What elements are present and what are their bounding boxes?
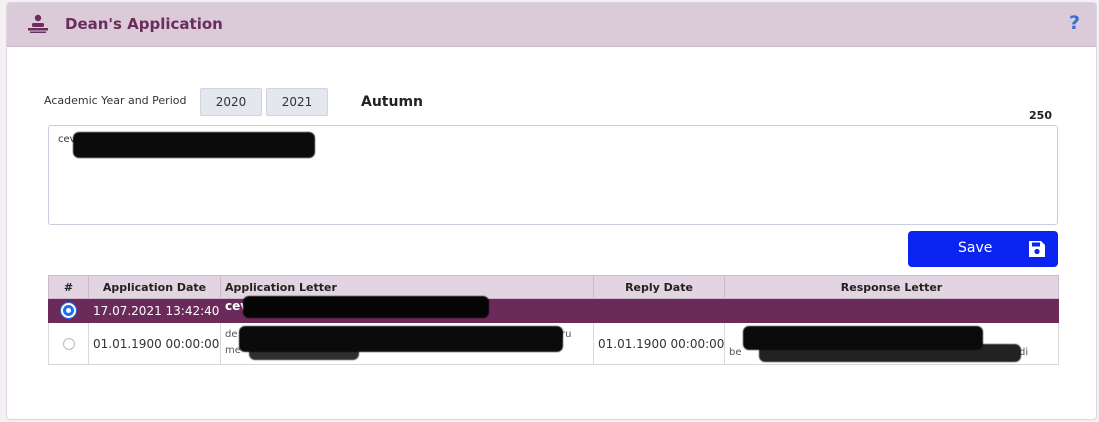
save-button-label: Save [958,240,993,256]
table-row[interactable]: 01.01.1900 00:00:00 de ru me 01.01.1900 … [48,322,1059,365]
deans-application-panel: Dean's Application ? Academic Year and P… [6,2,1097,420]
column-header-number: # [48,275,89,299]
application-letter-cell: de ru me [220,322,594,365]
application-letter-cell: cev [220,296,594,323]
year-end-button[interactable]: 2021 [266,88,328,116]
response-letter-cell [724,298,1059,323]
save-button[interactable]: Save [908,231,1058,267]
reply-date-cell [593,298,725,323]
response-letter-cell: be di [724,322,1059,365]
redacted-text [243,296,489,318]
column-header-reply-date: Reply Date [593,275,725,299]
applications-table: # Application Date Application Letter Re… [48,275,1059,365]
redacted-text [759,343,1021,362]
application-letter-line1: de [225,328,238,340]
person-desk-icon [28,14,48,33]
year-start-button[interactable]: 2020 [200,88,262,116]
application-letter-textarea[interactable]: cev [48,125,1058,225]
column-header-application-date: Application Date [88,275,221,299]
row-select-cell[interactable] [48,322,89,365]
application-date-cell: 17.07.2021 13:42:40 [88,298,221,323]
row-select-cell[interactable] [48,298,89,323]
column-header-response-letter: Response Letter [724,275,1059,299]
panel-header: Dean's Application ? [7,3,1096,47]
redacted-text [249,343,359,360]
help-icon[interactable]: ? [1069,12,1080,34]
academic-period-label: Academic Year and Period [44,94,187,107]
floppy-disk-icon [1029,241,1045,257]
response-letter-start: be [729,346,742,358]
row-radio-unselected[interactable] [62,337,75,350]
character-counter: 250 [1029,109,1052,122]
redacted-text [73,132,315,158]
application-date-cell: 01.01.1900 00:00:00 [88,322,221,365]
reply-date-cell: 01.01.1900 00:00:00 [593,322,725,365]
table-header-row: # Application Date Application Letter Re… [48,275,1059,299]
table-row[interactable]: 17.07.2021 13:42:40 cev [48,296,1059,323]
term-label: Autumn [361,94,424,110]
page-title: Dean's Application [65,15,223,33]
row-radio-selected[interactable] [61,303,76,318]
